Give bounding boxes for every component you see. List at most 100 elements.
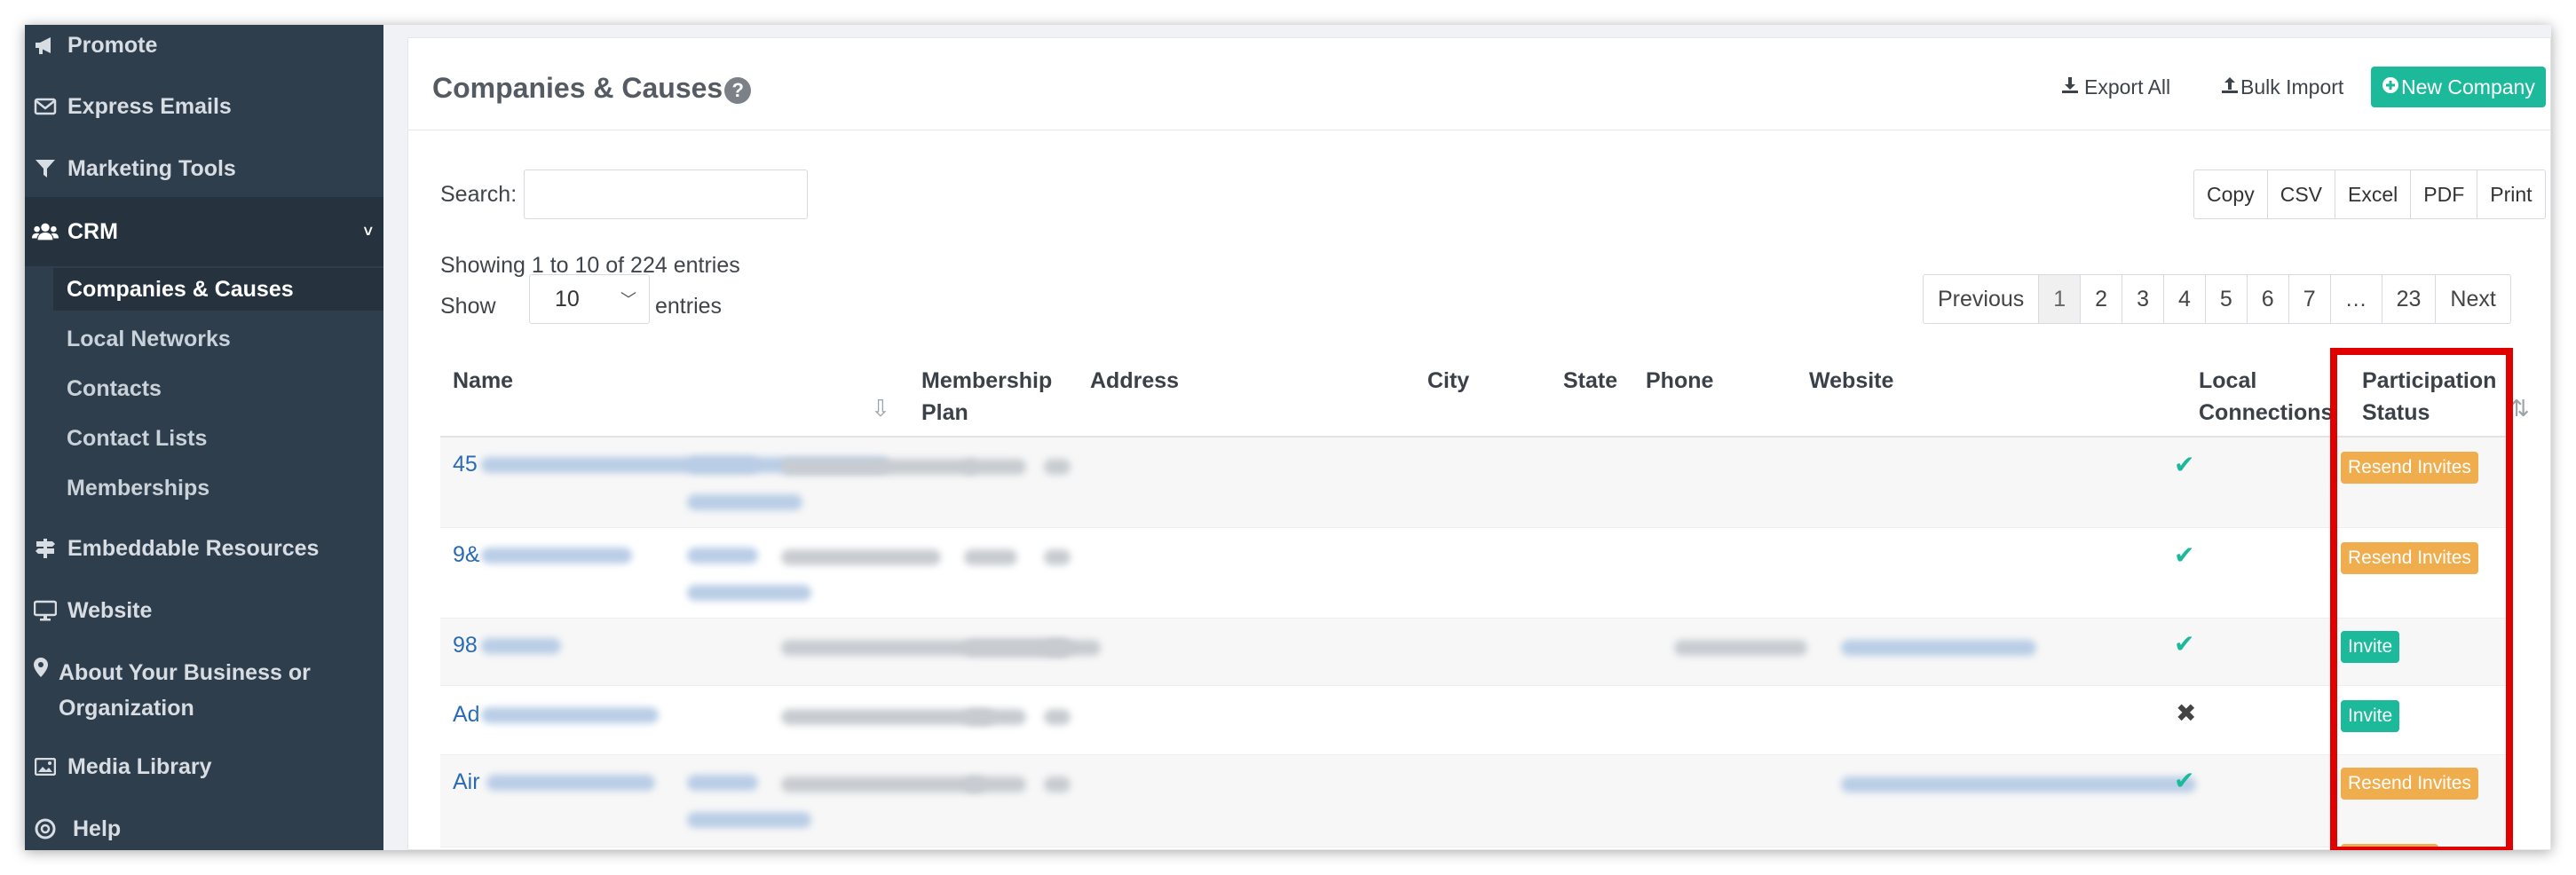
copy-button[interactable]: Copy	[2194, 170, 2268, 218]
pagination-ellipsis: …	[2331, 275, 2382, 323]
pagination-page-2[interactable]: 2	[2081, 275, 2123, 323]
sidebar-item-label: CRM	[67, 218, 118, 244]
sidebar-item-label: Media Library	[67, 753, 212, 779]
sidebar-item-about-business[interactable]: About Your Business or Organization	[25, 646, 383, 726]
blurred-city	[964, 459, 1026, 475]
search-input[interactable]	[524, 169, 808, 219]
check-icon: ✔	[2174, 451, 2195, 478]
column-header-name[interactable]: Name	[453, 365, 513, 397]
sidebar-item-media-library[interactable]: Media Library	[25, 745, 383, 788]
table-row[interactable]: 9& ✔ Resend Invites	[440, 528, 2508, 619]
sidebar-item-embeddable-resources[interactable]: Embeddable Resources	[25, 527, 383, 570]
sidebar-item-label: Marketing Tools	[67, 155, 236, 181]
search-label: Search:	[440, 182, 518, 207]
blurred-name	[481, 707, 659, 723]
pdf-button[interactable]: PDF	[2411, 170, 2478, 218]
sidebar-subitem-contact-lists[interactable]: Contact Lists	[53, 417, 383, 460]
sidebar: Promote Express Emails Marketing Tools C…	[25, 25, 383, 850]
bulk-import-button[interactable]: Bulk Import	[2210, 67, 2354, 107]
csv-button[interactable]: CSV	[2268, 170, 2335, 218]
pagination-page-23[interactable]: 23	[2382, 275, 2437, 323]
column-header-city[interactable]: City	[1427, 365, 1469, 397]
column-header-participation-status[interactable]: Participation Status	[2362, 365, 2496, 429]
sidebar-item-label: Help	[73, 816, 122, 841]
blurred-state	[1044, 640, 1071, 656]
check-icon: ✔	[2174, 767, 2195, 794]
pagination-page-1[interactable]: 1	[2039, 275, 2082, 323]
new-company-button[interactable]: New Company	[2371, 67, 2546, 107]
sidebar-item-help[interactable]: Help	[25, 808, 383, 850]
resend-invites-button-partial[interactable]	[2341, 844, 2438, 850]
company-name-link[interactable]: 98	[453, 633, 478, 658]
excel-button[interactable]: Excel	[2335, 170, 2412, 218]
pagination-page-3[interactable]: 3	[2122, 275, 2164, 323]
panel-header: Companies & Causes? Export All Bulk Impo…	[408, 38, 2550, 130]
print-button[interactable]: Print	[2477, 170, 2544, 218]
pagination-next[interactable]: Next	[2436, 275, 2509, 323]
invite-button[interactable]: Invite	[2341, 700, 2400, 732]
blurred-membership	[687, 494, 802, 510]
export-all-button[interactable]: Export All	[2051, 67, 2181, 107]
column-header-local-connections[interactable]: Local Connections	[2199, 365, 2333, 429]
users-icon	[32, 222, 59, 241]
blurred-name	[481, 638, 561, 654]
plus-circle-icon	[2382, 75, 2399, 99]
resend-invites-button[interactable]: Resend Invites	[2341, 452, 2478, 484]
sidebar-item-marketing-tools[interactable]: Marketing Tools	[25, 147, 383, 190]
pagination-page-7[interactable]: 7	[2289, 275, 2331, 323]
pagination-previous[interactable]: Previous	[1924, 275, 2040, 323]
sidebar-item-express-emails[interactable]: Express Emails	[25, 85, 383, 128]
check-icon: ✔	[2174, 541, 2195, 569]
entries-label: entries	[655, 294, 723, 319]
invite-button[interactable]: Invite	[2341, 631, 2400, 663]
table-row[interactable]: Ad ✖ Invite	[440, 686, 2508, 755]
download-icon	[2061, 75, 2079, 99]
column-header-address[interactable]: Address	[1090, 365, 1179, 397]
company-name-link[interactable]: 9&	[453, 542, 480, 568]
sort-both-icon[interactable]: ⇅	[2510, 395, 2530, 422]
column-header-phone[interactable]: Phone	[1646, 365, 1713, 397]
column-header-website[interactable]: Website	[1809, 365, 1893, 397]
page-length-select[interactable]: 10 ﹀	[529, 274, 650, 324]
blurred-state	[1044, 709, 1071, 725]
table-row[interactable]: 45 ✔ Resend Invites	[440, 438, 2508, 528]
column-header-state[interactable]: State	[1563, 365, 1617, 397]
table-row[interactable]: Air ✔ Resend Invites	[440, 755, 2508, 847]
sidebar-subitem-contacts[interactable]: Contacts	[53, 367, 383, 410]
table-row[interactable]: 98 ✔ Invite	[440, 619, 2508, 686]
company-name-link[interactable]: 45	[453, 452, 478, 477]
content-panel: Companies & Causes? Export All Bulk Impo…	[407, 37, 2551, 850]
blurred-address	[781, 709, 994, 725]
sidebar-subitem-memberships[interactable]: Memberships	[53, 467, 383, 509]
blurred-membership	[687, 775, 758, 791]
upload-icon	[2221, 75, 2239, 99]
sidebar-item-label: Promote	[67, 32, 158, 58]
blurred-state	[1044, 776, 1071, 792]
sidebar-item-website[interactable]: Website	[25, 589, 383, 632]
resend-invites-button[interactable]: Resend Invites	[2341, 768, 2478, 800]
signpost-icon	[32, 538, 59, 559]
blurred-website	[1841, 776, 2196, 792]
resend-invites-button[interactable]: Resend Invites	[2341, 542, 2478, 574]
pagination-page-5[interactable]: 5	[2206, 275, 2248, 323]
column-header-membership-plan[interactable]: Membership Plan	[921, 365, 1052, 429]
sort-ascending-icon[interactable]: ⇩	[871, 395, 890, 422]
blurred-address	[781, 549, 941, 565]
company-name-link[interactable]: Air	[453, 769, 480, 795]
megaphone-icon	[32, 35, 59, 55]
close-icon: ✖	[2176, 699, 2197, 727]
sidebar-subitem-local-networks[interactable]: Local Networks	[53, 318, 383, 360]
question-circle-icon[interactable]: ?	[724, 76, 752, 104]
sidebar-subitem-companies-causes[interactable]: Companies & Causes	[53, 268, 383, 311]
pagination-page-6[interactable]: 6	[2248, 275, 2289, 323]
pagination-page-4[interactable]: 4	[2164, 275, 2206, 323]
sidebar-item-label: Website	[67, 597, 153, 623]
export-button-group: Copy CSV Excel PDF Print	[2193, 169, 2546, 219]
blurred-name	[481, 548, 632, 564]
blurred-membership	[687, 585, 811, 601]
company-name-link[interactable]: Ad	[453, 702, 480, 728]
sidebar-item-crm[interactable]: CRM ˅	[25, 197, 383, 266]
page-title: Companies & Causes?	[432, 72, 752, 105]
sidebar-item-promote[interactable]: Promote	[25, 25, 383, 66]
blurred-city	[964, 709, 1026, 725]
